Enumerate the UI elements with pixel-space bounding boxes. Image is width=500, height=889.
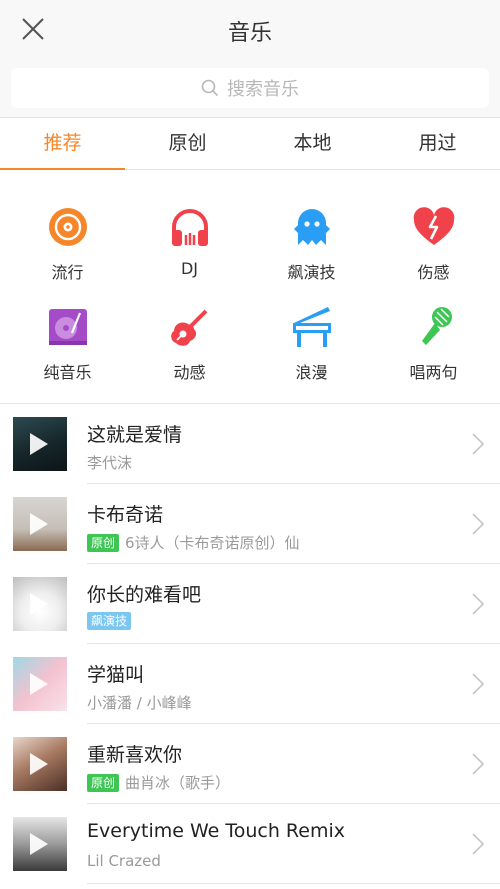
song-row[interactable]: Everytime We Touch Remix Lil Crazed <box>0 804 500 884</box>
chevron-right-icon <box>472 833 484 855</box>
tab-recommended[interactable]: 推荐 <box>0 118 125 170</box>
play-icon[interactable] <box>30 433 48 455</box>
genre-sad[interactable]: 伤感 <box>371 203 496 283</box>
chevron-right-icon <box>472 513 484 535</box>
song-row[interactable]: 学猫叫 小潘潘 / 小峰峰 <box>0 644 500 724</box>
song-subtitle: 原创 6诗人（卡布奇诺原创）仙 <box>87 532 300 553</box>
tab-local[interactable]: 本地 <box>250 118 375 169</box>
song-title: 你长的难看吧 <box>87 584 202 606</box>
genre-grid: 流行 DJ 飙演技 伤感 纯音乐 动感 浪漫 唱两句 <box>0 171 500 403</box>
album-cover <box>13 417 67 471</box>
headphones-icon <box>171 209 208 246</box>
genre-romantic[interactable]: 浪漫 <box>249 303 374 383</box>
song-title: 重新喜欢你 <box>87 744 183 766</box>
page-title: 音乐 <box>227 21 272 46</box>
song-artist: 曲肖冰（歌手） <box>125 774 231 792</box>
search-placeholder: 搜索音乐 <box>227 79 299 100</box>
genre-label: 流行 <box>51 263 84 282</box>
album-cover <box>13 817 67 871</box>
song-artist: Lil Crazed <box>87 852 161 870</box>
song-subtitle: Lil Crazed <box>87 852 161 870</box>
album-cover <box>13 497 67 551</box>
genre-label: 唱两句 <box>409 363 458 382</box>
genre-label: 动感 <box>173 363 206 382</box>
play-icon[interactable] <box>30 753 48 775</box>
song-row[interactable]: 你长的难看吧 飙演技 <box>0 564 500 644</box>
song-subtitle: 李代沫 <box>87 452 132 473</box>
chevron-right-icon <box>472 593 484 615</box>
broken-heart-icon <box>413 207 454 245</box>
genre-label: 浪漫 <box>295 363 328 382</box>
chevron-right-icon <box>472 673 484 695</box>
song-subtitle: 小潘潘 / 小峰峰 <box>87 692 192 713</box>
header-bar: 音乐 <box>0 0 500 60</box>
song-title: 学猫叫 <box>87 664 145 686</box>
album-cover <box>13 577 67 631</box>
ghost-icon <box>293 209 330 245</box>
original-badge: 原创 <box>87 773 120 792</box>
song-subtitle: 原创 曲肖冰（歌手） <box>87 772 230 793</box>
song-row[interactable]: 这就是爱情 李代沫 <box>0 404 500 484</box>
genre-label: 伤感 <box>417 263 450 282</box>
song-title: 这就是爱情 <box>87 424 183 446</box>
search-bar: 搜索音乐 <box>0 60 500 118</box>
genre-instrumental[interactable]: 纯音乐 <box>5 303 130 383</box>
original-badge: 原创 <box>87 533 120 552</box>
song-artist: 李代沫 <box>87 454 133 472</box>
genre-acting[interactable]: 飙演技 <box>249 203 374 283</box>
chevron-right-icon <box>472 753 484 775</box>
search-icon <box>201 79 219 97</box>
genre-label: 纯音乐 <box>43 363 92 382</box>
album-cover <box>13 657 67 711</box>
play-icon[interactable] <box>30 513 48 535</box>
genre-label: 飙演技 <box>287 263 336 282</box>
genre-label: DJ <box>180 259 199 278</box>
tab-original[interactable]: 原创 <box>125 118 250 169</box>
acting-badge: 飙演技 <box>87 612 132 630</box>
tab-bar: 推荐 原创 本地 用过 <box>0 118 500 170</box>
song-artist: 小潘潘 / 小峰峰 <box>87 694 192 712</box>
piano-icon <box>292 307 331 347</box>
genre-pop[interactable]: 流行 <box>5 203 130 283</box>
genre-dj[interactable]: DJ <box>127 203 252 278</box>
chevron-right-icon <box>472 433 484 455</box>
tab-used[interactable]: 用过 <box>375 118 500 169</box>
song-list: 这就是爱情 李代沫 卡布奇诺 原创 6诗人（卡布奇诺原创）仙 你长的难看吧 飙演… <box>0 404 500 884</box>
record-player-icon <box>48 309 87 345</box>
play-icon[interactable] <box>30 833 48 855</box>
album-cover <box>13 737 67 791</box>
song-row[interactable]: 重新喜欢你 原创 曲肖冰（歌手） <box>0 724 500 804</box>
song-subtitle: 飙演技 <box>87 612 137 630</box>
play-icon[interactable] <box>30 593 48 615</box>
song-title: Everytime We Touch Remix <box>87 820 346 842</box>
vinyl-icon <box>48 208 87 246</box>
song-row[interactable]: 卡布奇诺 原创 6诗人（卡布奇诺原创）仙 <box>0 484 500 564</box>
play-icon[interactable] <box>30 673 48 695</box>
microphone-icon <box>421 307 452 345</box>
guitar-icon <box>170 309 207 346</box>
genre-sing[interactable]: 唱两句 <box>371 303 496 383</box>
search-input[interactable]: 搜索音乐 <box>11 68 489 108</box>
genre-dynamic[interactable]: 动感 <box>127 303 252 383</box>
song-title: 卡布奇诺 <box>87 504 164 526</box>
song-artist: 6诗人（卡布奇诺原创）仙 <box>125 534 300 552</box>
